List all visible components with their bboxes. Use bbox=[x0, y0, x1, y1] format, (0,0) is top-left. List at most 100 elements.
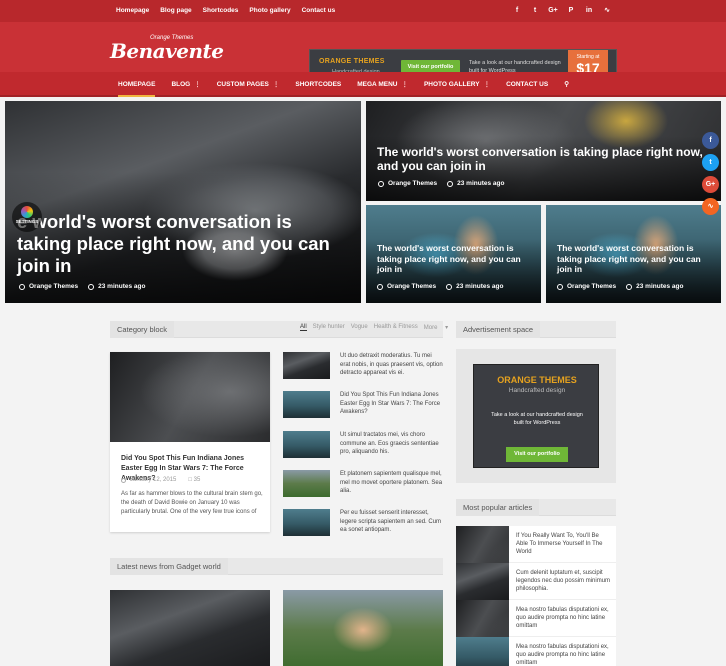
featured-top-right[interactable]: The world's worst conversation is taking… bbox=[366, 101, 721, 201]
featured-small-2-title[interactable]: The world's worst conversation is taking… bbox=[557, 243, 717, 275]
popular-item[interactable]: Cum delenit luptatum et, suscipit legend… bbox=[456, 563, 616, 600]
featured-big-title[interactable]: e world's worst conversation is taking p… bbox=[17, 211, 347, 277]
list-item-thumb bbox=[283, 391, 330, 418]
color-wheel-icon bbox=[21, 206, 33, 218]
user-icon bbox=[19, 283, 25, 290]
popular-item-text[interactable]: Cum delenit luptatum et, suscipit legend… bbox=[516, 569, 612, 593]
popular-item-text[interactable]: Mea nostro fabulas disputationi ex, quo … bbox=[516, 643, 612, 666]
featured-big-meta: Orange Themes 23 minutes ago bbox=[19, 283, 145, 290]
list-item-text[interactable]: Et platonem sapientem qualisque mel, mel… bbox=[340, 470, 443, 496]
list-item[interactable]: Et platonem sapientem qualisque mel, mel… bbox=[283, 470, 443, 506]
list-item[interactable]: Ut simul tractatos mei, vis choro commun… bbox=[283, 431, 443, 467]
share-facebook-icon[interactable]: f bbox=[702, 132, 719, 149]
popular-item-text[interactable]: If You Really Want To, You'll Be Able To… bbox=[516, 532, 612, 556]
list-item-thumb bbox=[283, 352, 330, 379]
dropdown-icon: ⋮ bbox=[272, 81, 280, 88]
popular-item-text[interactable]: Mea nostro fabulas disputationi ex, quo … bbox=[516, 606, 612, 630]
popular-header: Most popular articles bbox=[456, 499, 616, 516]
popular-item-thumb bbox=[456, 637, 509, 666]
tab-vogue[interactable]: Vogue bbox=[351, 324, 368, 331]
nav-custom-pages[interactable]: CUSTOM PAGES ⋮ bbox=[209, 72, 288, 97]
tab-style-hunter[interactable]: Style hunter bbox=[313, 324, 345, 331]
share-google-plus-icon[interactable]: G+ bbox=[702, 176, 719, 193]
top-nav-contact[interactable]: Contact us bbox=[302, 0, 336, 22]
nav-homepage[interactable]: HOMEPAGE bbox=[110, 72, 163, 97]
popular-item[interactable]: Mea nostro fabulas disputationi ex, quo … bbox=[456, 600, 616, 637]
main-nav: HOMEPAGE BLOG ⋮ CUSTOM PAGES ⋮ SHORTCODES … bbox=[0, 72, 726, 97]
clock-icon bbox=[121, 477, 126, 483]
latest-news-image-2[interactable] bbox=[283, 590, 443, 666]
top-social: f t G+ P in ∿ bbox=[508, 0, 616, 22]
list-item-thumb bbox=[283, 509, 330, 536]
user-icon bbox=[557, 283, 563, 290]
ad-banner[interactable]: ORANGE THEMES Handcrafted design Take a … bbox=[473, 364, 599, 468]
top-nav-photo-gallery[interactable]: Photo gallery bbox=[249, 0, 290, 22]
site-header: Orange Themes Benavente ORANGE THEMES Ha… bbox=[0, 22, 726, 85]
search-icon[interactable]: ⚲ bbox=[556, 72, 577, 97]
popular-item[interactable]: If You Really Want To, You'll Be Able To… bbox=[456, 526, 616, 563]
pinterest-icon[interactable]: P bbox=[562, 0, 580, 22]
nav-mega-menu[interactable]: MEGA MENU ⋮ bbox=[349, 72, 416, 97]
nav-photo-gallery[interactable]: PHOTO GALLERY ⋮ bbox=[416, 72, 498, 97]
featured-small-2[interactable]: The world's worst conversation is taking… bbox=[546, 205, 721, 303]
category-tabs: All Style hunter Vogue Health & Fitness … bbox=[300, 324, 454, 331]
list-item-thumb bbox=[283, 431, 330, 458]
share-twitter-icon[interactable]: t bbox=[702, 154, 719, 171]
popular-item-thumb bbox=[456, 600, 509, 637]
featured-small-1-meta: Orange Themes 23 minutes ago bbox=[377, 283, 503, 290]
list-item[interactable]: Per eu fuisset senserit interesset, lege… bbox=[283, 509, 443, 545]
share-rss-icon[interactable]: ∿ bbox=[702, 198, 719, 215]
popular-item-thumb bbox=[456, 526, 509, 563]
popular-title: Most popular articles bbox=[456, 499, 540, 516]
featured-small-1-title[interactable]: The world's worst conversation is taking… bbox=[377, 243, 537, 275]
nav-contact-us[interactable]: CONTACT US bbox=[498, 72, 556, 97]
latest-news-image-1[interactable] bbox=[110, 590, 270, 666]
list-item-text[interactable]: Ut duo detraxit moderatius. Tu mei erat … bbox=[340, 352, 443, 378]
tab-health-fitness[interactable]: Health & Fitness bbox=[374, 324, 418, 331]
list-item-text[interactable]: Per eu fuisset senserit interesset, lege… bbox=[340, 509, 443, 535]
banner-brand: ORANGE THEMES bbox=[319, 58, 385, 65]
ad-brand: ORANGE THEMES bbox=[497, 375, 577, 385]
top-bar: Homepage Blog page Shortcodes Photo gall… bbox=[0, 0, 726, 22]
clock-icon bbox=[626, 283, 633, 290]
category-block-title: Category block bbox=[110, 321, 175, 338]
top-nav-homepage[interactable]: Homepage bbox=[116, 0, 149, 22]
popular-item[interactable]: Mea nostro fabulas disputationi ex, quo … bbox=[456, 637, 616, 666]
ad-sub: Handcrafted design bbox=[508, 387, 566, 394]
user-icon bbox=[378, 180, 384, 187]
clock-icon bbox=[88, 283, 95, 290]
latest-news-header: Latest news from Gadget world bbox=[110, 558, 443, 575]
settings-button[interactable]: SETTINGS bbox=[12, 202, 42, 232]
list-item[interactable]: Ut duo detraxit moderatius. Tu mei erat … bbox=[283, 352, 443, 388]
featured-top-right-title[interactable]: The world's worst conversation is taking… bbox=[377, 145, 707, 173]
tab-all[interactable]: All bbox=[300, 324, 307, 331]
latest-news-title: Latest news from Gadget world bbox=[110, 558, 228, 575]
linkedin-icon[interactable]: in bbox=[580, 0, 598, 22]
ad-header: Advertisement space bbox=[456, 321, 616, 338]
list-item-text[interactable]: Ut simul tractatos mei, vis choro commun… bbox=[340, 431, 443, 457]
featured-small-1[interactable]: The world's worst conversation is taking… bbox=[366, 205, 541, 303]
nav-shortcodes[interactable]: SHORTCODES bbox=[287, 72, 349, 97]
top-nav: Homepage Blog page Shortcodes Photo gall… bbox=[116, 0, 346, 22]
clock-icon bbox=[446, 283, 453, 290]
tab-more[interactable]: More ▾ bbox=[424, 324, 448, 331]
dropdown-icon: ⋮ bbox=[401, 81, 408, 88]
top-nav-shortcodes[interactable]: Shortcodes bbox=[203, 0, 239, 22]
dropdown-icon: ⋮ bbox=[483, 81, 491, 88]
featured-big[interactable]: e world's worst conversation is taking p… bbox=[5, 101, 361, 303]
nav-blog[interactable]: BLOG ⋮ bbox=[163, 72, 208, 97]
ad-portfolio-button[interactable]: Visit our portfolio bbox=[506, 447, 568, 462]
user-icon bbox=[377, 283, 383, 290]
list-item[interactable]: Did You Spot This Fun Indiana Jones East… bbox=[283, 391, 443, 427]
top-nav-blog[interactable]: Blog page bbox=[160, 0, 191, 22]
list-item-text[interactable]: Did You Spot This Fun Indiana Jones East… bbox=[340, 391, 443, 417]
facebook-icon[interactable]: f bbox=[508, 0, 526, 22]
rss-icon[interactable]: ∿ bbox=[598, 0, 616, 22]
google-plus-icon[interactable]: G+ bbox=[544, 0, 562, 22]
site-logo[interactable]: Benavente bbox=[110, 39, 224, 63]
category-main-article[interactable]: Did You Spot This Fun Indiana Jones East… bbox=[110, 352, 270, 532]
ad-text: Take a look at our handcrafted design bu… bbox=[491, 412, 583, 426]
twitter-icon[interactable]: t bbox=[526, 0, 544, 22]
category-main-excerpt: As far as hammer blows to the cultural b… bbox=[121, 491, 263, 515]
dropdown-icon: ⋮ bbox=[194, 81, 201, 88]
